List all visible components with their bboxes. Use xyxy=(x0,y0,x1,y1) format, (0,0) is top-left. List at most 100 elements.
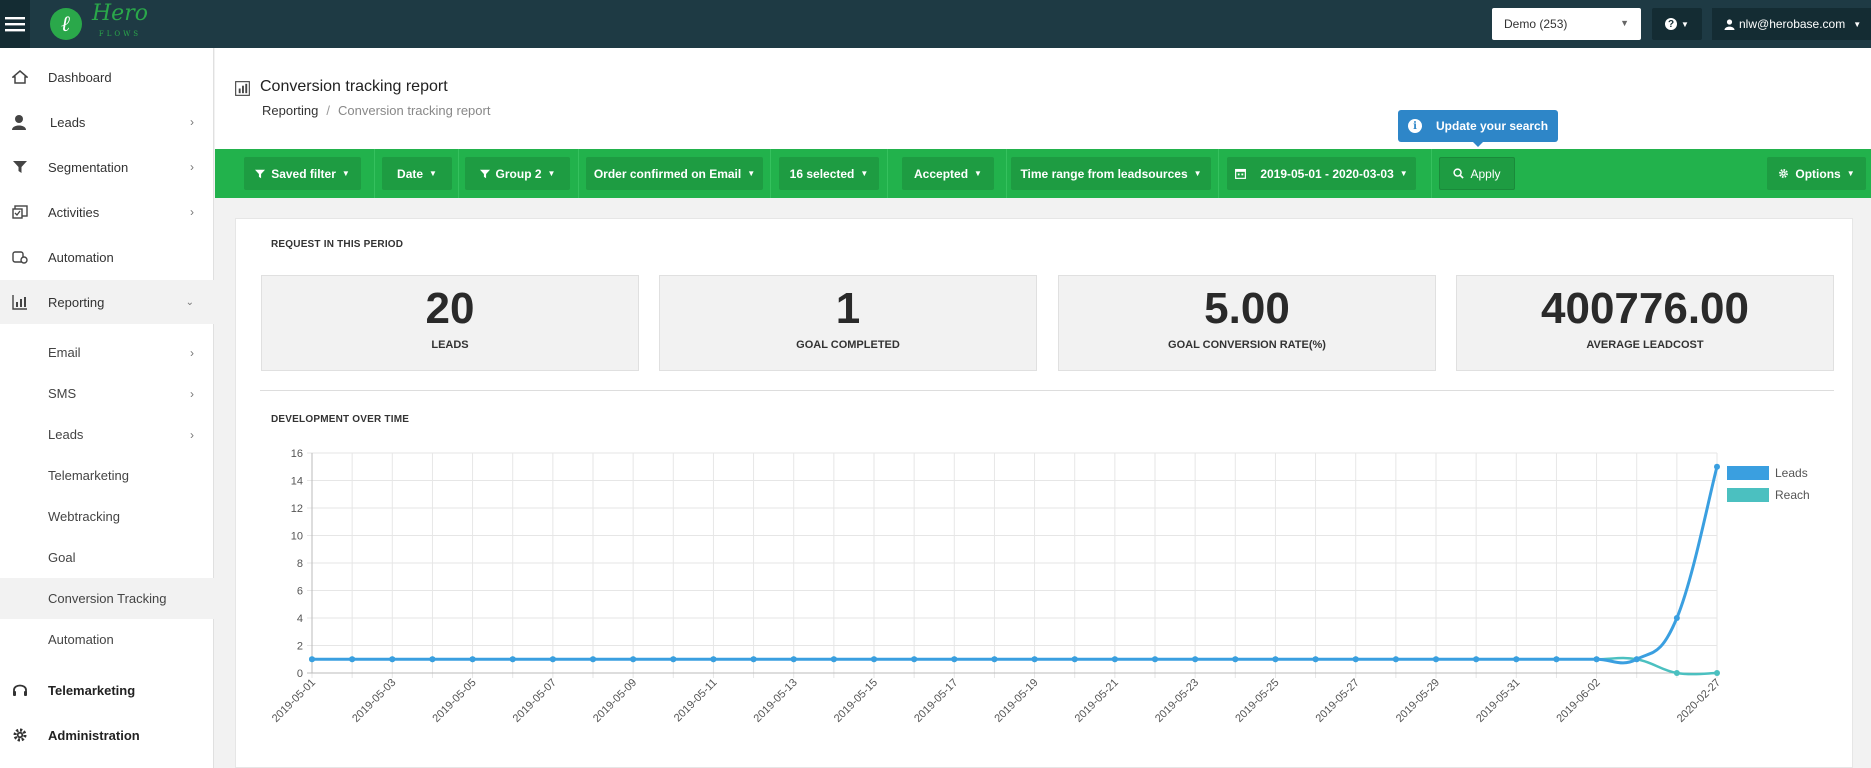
y-tick-label: 0 xyxy=(297,668,303,680)
logo-mark-icon: ℓ xyxy=(50,8,82,40)
sidebar-item-administration[interactable]: Administration xyxy=(0,713,214,757)
development-section-title: DEVELOPMENT OVER TIME xyxy=(271,414,410,425)
data-point-leads xyxy=(349,656,356,663)
data-point-leads xyxy=(1272,656,1279,663)
time-range-button[interactable]: Time range from leadsources ▼ xyxy=(1011,157,1211,190)
divider xyxy=(1218,149,1219,198)
stat-goal-conversion-rate: 5.00 GOAL CONVERSION RATE(%) xyxy=(1058,275,1436,371)
legend-item-leads[interactable]: Leads xyxy=(1727,462,1810,484)
x-tick-label: 2019-05-19 xyxy=(992,677,1040,725)
group-button[interactable]: Group 2 ▼ xyxy=(465,157,570,190)
data-point-leads xyxy=(991,656,998,663)
saved-filter-button[interactable]: Saved filter ▼ xyxy=(244,157,361,190)
sidebar-item-telemarketing[interactable]: Telemarketing xyxy=(0,668,214,712)
y-tick-label: 10 xyxy=(291,531,303,543)
user-icon xyxy=(1724,18,1735,30)
chevron-right-icon: › xyxy=(190,386,194,401)
stat-goal-completed: 1 GOAL COMPLETED xyxy=(659,275,1037,371)
data-point-leads xyxy=(1633,656,1640,663)
stat-label: LEADS xyxy=(431,339,469,351)
logo-word: Hero FLOWS xyxy=(92,1,148,39)
sidebar-subitem-sms[interactable]: SMS › xyxy=(0,373,214,414)
sidebar-subitem-goal[interactable]: Goal xyxy=(0,537,214,578)
order-event-button[interactable]: Order confirmed on Email ▼ xyxy=(586,157,763,190)
chevron-down-icon: ▼ xyxy=(1681,19,1689,29)
sidebar-subitem-conversion-tracking[interactable]: Conversion Tracking xyxy=(0,578,214,619)
filter-icon xyxy=(479,169,490,178)
data-point-reach xyxy=(1673,670,1680,676)
data-point-leads xyxy=(710,656,717,663)
divider xyxy=(578,149,579,198)
stat-value: 5.00 xyxy=(1204,284,1290,333)
sidebar: Dashboard Leads › Segmentation › Activit… xyxy=(0,48,214,768)
options-button[interactable]: Options ▼ xyxy=(1767,157,1866,190)
chevron-down-icon: ▼ xyxy=(429,169,437,178)
legend-item-reach[interactable]: Reach xyxy=(1727,484,1810,506)
date-button[interactable]: Date ▼ xyxy=(382,157,452,190)
sidebar-item-dashboard[interactable]: Dashboard xyxy=(0,55,214,99)
headset-icon xyxy=(10,680,30,700)
automation-icon xyxy=(10,247,30,267)
series-line-leads xyxy=(311,466,1719,665)
y-tick-label: 14 xyxy=(291,476,303,488)
x-tick-label: 2019-05-29 xyxy=(1394,677,1442,725)
y-tick-label: 4 xyxy=(297,613,303,625)
sidebar-subitem-telemarketing[interactable]: Telemarketing xyxy=(0,455,214,496)
chevron-down-icon: ▼ xyxy=(974,169,982,178)
y-tick-label: 12 xyxy=(291,503,303,515)
sidebar-item-automation[interactable]: Automation xyxy=(0,235,214,279)
chevron-down-icon: ⌄ xyxy=(185,296,194,308)
chevron-right-icon: › xyxy=(190,345,194,360)
user-menu-button[interactable]: nlw@herobase.com ▼ xyxy=(1712,8,1871,40)
page-title: Conversion tracking report xyxy=(260,78,448,95)
breadcrumb-current: Conversion tracking report xyxy=(338,103,491,118)
sidebar-subitem-automation[interactable]: Automation xyxy=(0,619,214,660)
data-point-leads xyxy=(389,656,396,663)
data-point-leads xyxy=(509,656,516,663)
data-point-leads xyxy=(1071,656,1078,663)
data-point-reach xyxy=(1714,670,1720,676)
x-tick-label: 2019-05-17 xyxy=(912,677,960,725)
search-icon xyxy=(1453,168,1465,179)
menu-icon[interactable] xyxy=(0,0,30,48)
divider xyxy=(374,149,375,198)
user-email: nlw@herobase.com xyxy=(1739,17,1846,31)
sidebar-subitem-leads[interactable]: Leads › xyxy=(0,414,214,455)
data-point-leads xyxy=(1593,656,1600,663)
data-point-leads xyxy=(1352,656,1359,663)
help-button[interactable]: ? ▼ xyxy=(1652,8,1702,40)
accepted-button[interactable]: Accepted ▼ xyxy=(902,157,994,190)
gear-icon xyxy=(10,725,30,745)
sidebar-item-leads[interactable]: Leads › xyxy=(0,100,214,144)
date-range-button[interactable]: 2019-05-01 - 2020-03-03 ▼ xyxy=(1227,157,1416,190)
selected-sources-button[interactable]: 16 selected ▼ xyxy=(779,157,879,190)
account-select[interactable]: Demo (253) ▼ xyxy=(1492,8,1641,40)
gear-icon xyxy=(1779,169,1789,178)
x-tick-label: 2019-05-27 xyxy=(1314,677,1362,725)
stat-label: AVERAGE LEADCOST xyxy=(1586,339,1704,351)
sidebar-item-segmentation[interactable]: Segmentation › xyxy=(0,145,214,189)
chevron-down-icon: ▼ xyxy=(1846,169,1855,178)
sidebar-subitem-email[interactable]: Email › xyxy=(0,332,214,373)
logo[interactable]: ℓ Hero FLOWS xyxy=(50,1,148,44)
chevron-down-icon: ▼ xyxy=(1620,18,1629,28)
report-icon xyxy=(235,81,250,96)
apply-button[interactable]: Apply xyxy=(1439,157,1515,190)
stat-leads: 20 LEADS xyxy=(261,275,639,371)
data-point-leads xyxy=(670,656,677,663)
sidebar-item-activities[interactable]: Activities › xyxy=(0,190,214,234)
data-point-leads xyxy=(830,656,837,663)
sidebar-item-reporting[interactable]: Reporting ⌄ xyxy=(0,280,214,324)
legend-label: Reach xyxy=(1775,488,1810,502)
page-header: Conversion tracking report Reporting / Con… xyxy=(215,48,1871,149)
data-point-leads xyxy=(1312,656,1319,663)
sidebar-subitem-webtracking[interactable]: Webtracking xyxy=(0,496,214,537)
y-tick-label: 6 xyxy=(297,586,303,598)
chevron-down-icon: ▼ xyxy=(747,169,756,178)
data-point-leads xyxy=(1232,656,1239,663)
breadcrumb-root[interactable]: Reporting xyxy=(262,103,318,118)
data-point-leads xyxy=(1513,656,1520,663)
chevron-down-icon: ▼ xyxy=(1399,169,1408,178)
data-point-leads xyxy=(1192,656,1199,663)
x-tick-label: 2019-05-05 xyxy=(430,677,478,725)
